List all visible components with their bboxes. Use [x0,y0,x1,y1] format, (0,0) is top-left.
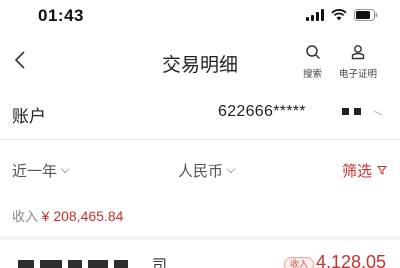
period-filter-label: 近一年 [12,163,58,180]
account-number: 622666***** [218,103,306,120]
currency-filter-label: 人民币 [178,163,224,180]
nav-bar: 交易明细 搜索 电子证明 [0,38,400,88]
certificate-icon [350,44,366,65]
screen: 01:43 交易明细 搜索 电子证明 账户 622666***** 近一年 人民… [0,0,400,268]
status-time: 01:43 [38,6,84,25]
wifi-icon [331,9,347,21]
search-icon [305,44,321,65]
status-bar: 01:43 [0,0,400,36]
ecert-label: 电子证明 [339,69,378,80]
ecert-button[interactable]: 电子证明 [339,44,377,80]
filter-row: 近一年 人民币 筛选 [0,148,400,192]
redacted-name [18,260,128,268]
status-icons [306,9,378,21]
transaction-row[interactable]: 司 收入 4,128.05 [0,240,400,268]
funnel-icon [376,162,388,179]
signal-icon [306,9,324,21]
income-summary: 收入 ¥ 208,465.84 [12,206,123,225]
chevron-down-icon [226,164,236,173]
battery-icon [354,9,378,21]
search-label: 搜索 [303,69,323,80]
account-row[interactable]: 账户 622666***** [0,88,400,140]
chevron-down-icon [60,164,70,173]
transaction-name: 司 [152,257,168,268]
currency-filter[interactable]: 人民币 [178,160,236,181]
income-value: ¥ 208,465.84 [41,208,124,224]
account-mask [342,108,361,115]
income-label: 收入 [12,209,39,224]
period-filter[interactable]: 近一年 [12,160,70,181]
screen-filter-label: 筛选 [342,163,373,180]
account-label: 账户 [12,107,46,126]
search-button[interactable]: 搜索 [303,44,322,80]
chevron-down-icon[interactable] [372,105,384,123]
income-badge: 收入 [284,257,315,268]
screen-filter-button[interactable]: 筛选 [342,160,388,181]
transaction-amount: 4,128.05 [316,252,387,268]
